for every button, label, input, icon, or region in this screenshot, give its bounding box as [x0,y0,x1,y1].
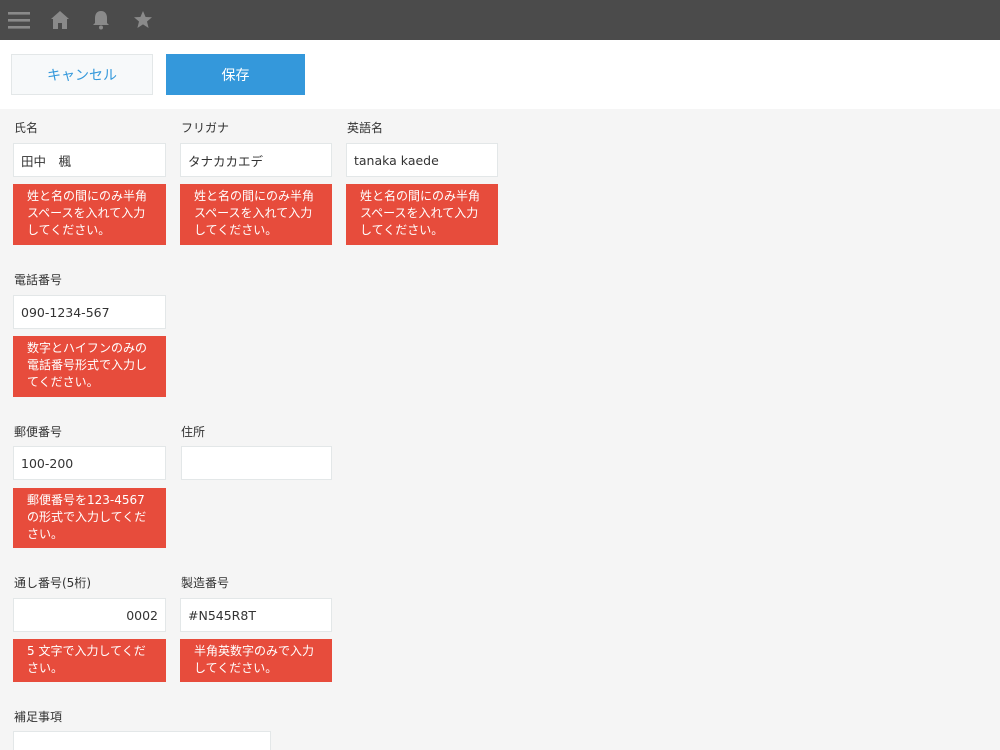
name-input[interactable]: 田中 楓 [13,143,166,177]
name-label: 氏名 [14,121,39,135]
postal-code-error-message: 郵便番号を123-4567の形式で入力してください。 [13,488,166,548]
notes-textarea[interactable] [13,731,271,750]
english-name-label: 英語名 [347,121,384,135]
manufacture-number-error-message: 半角英数字のみで入力してください。 [180,639,332,682]
top-navigation-bar [0,0,1000,40]
manufacture-number-label: 製造番号 [181,576,230,590]
serial-number-error-message: 5 文字で入力してください。 [13,639,166,682]
star-icon[interactable] [131,0,155,40]
address-input[interactable] [181,446,332,480]
serial-number-label: 通し番号(5桁) [14,576,91,590]
cancel-button[interactable]: キャンセル [11,54,153,95]
postal-code-input[interactable]: 100-200 [13,446,166,480]
action-bar: キャンセル 保存 [0,40,1000,109]
save-button[interactable]: 保存 [166,54,305,95]
serial-number-input[interactable]: 0002 [13,598,166,632]
phone-error-message: 数字とハイフンのみの電話番号形式で入力してください。 [13,336,166,397]
hamburger-menu-icon[interactable] [6,0,32,40]
postal-code-label: 郵便番号 [14,425,63,439]
notes-label: 補足事項 [14,710,63,724]
furigana-label: フリガナ [181,121,230,135]
name-error-message: 姓と名の間にのみ半角スペースを入れて入力してください。 [13,184,166,245]
phone-label: 電話番号 [14,273,63,287]
bell-icon[interactable] [89,0,113,40]
furigana-error-message: 姓と名の間にのみ半角スペースを入れて入力してください。 [180,184,332,245]
phone-input[interactable]: 090-1234-567 [13,295,166,329]
manufacture-number-input[interactable]: #N545R8T [180,598,332,632]
furigana-input[interactable]: タナカカエデ [180,143,332,177]
english-name-error-message: 姓と名の間にのみ半角スペースを入れて入力してください。 [346,184,498,245]
english-name-input[interactable]: tanaka kaede [346,143,498,177]
address-label: 住所 [181,425,206,439]
home-icon[interactable] [48,0,72,40]
